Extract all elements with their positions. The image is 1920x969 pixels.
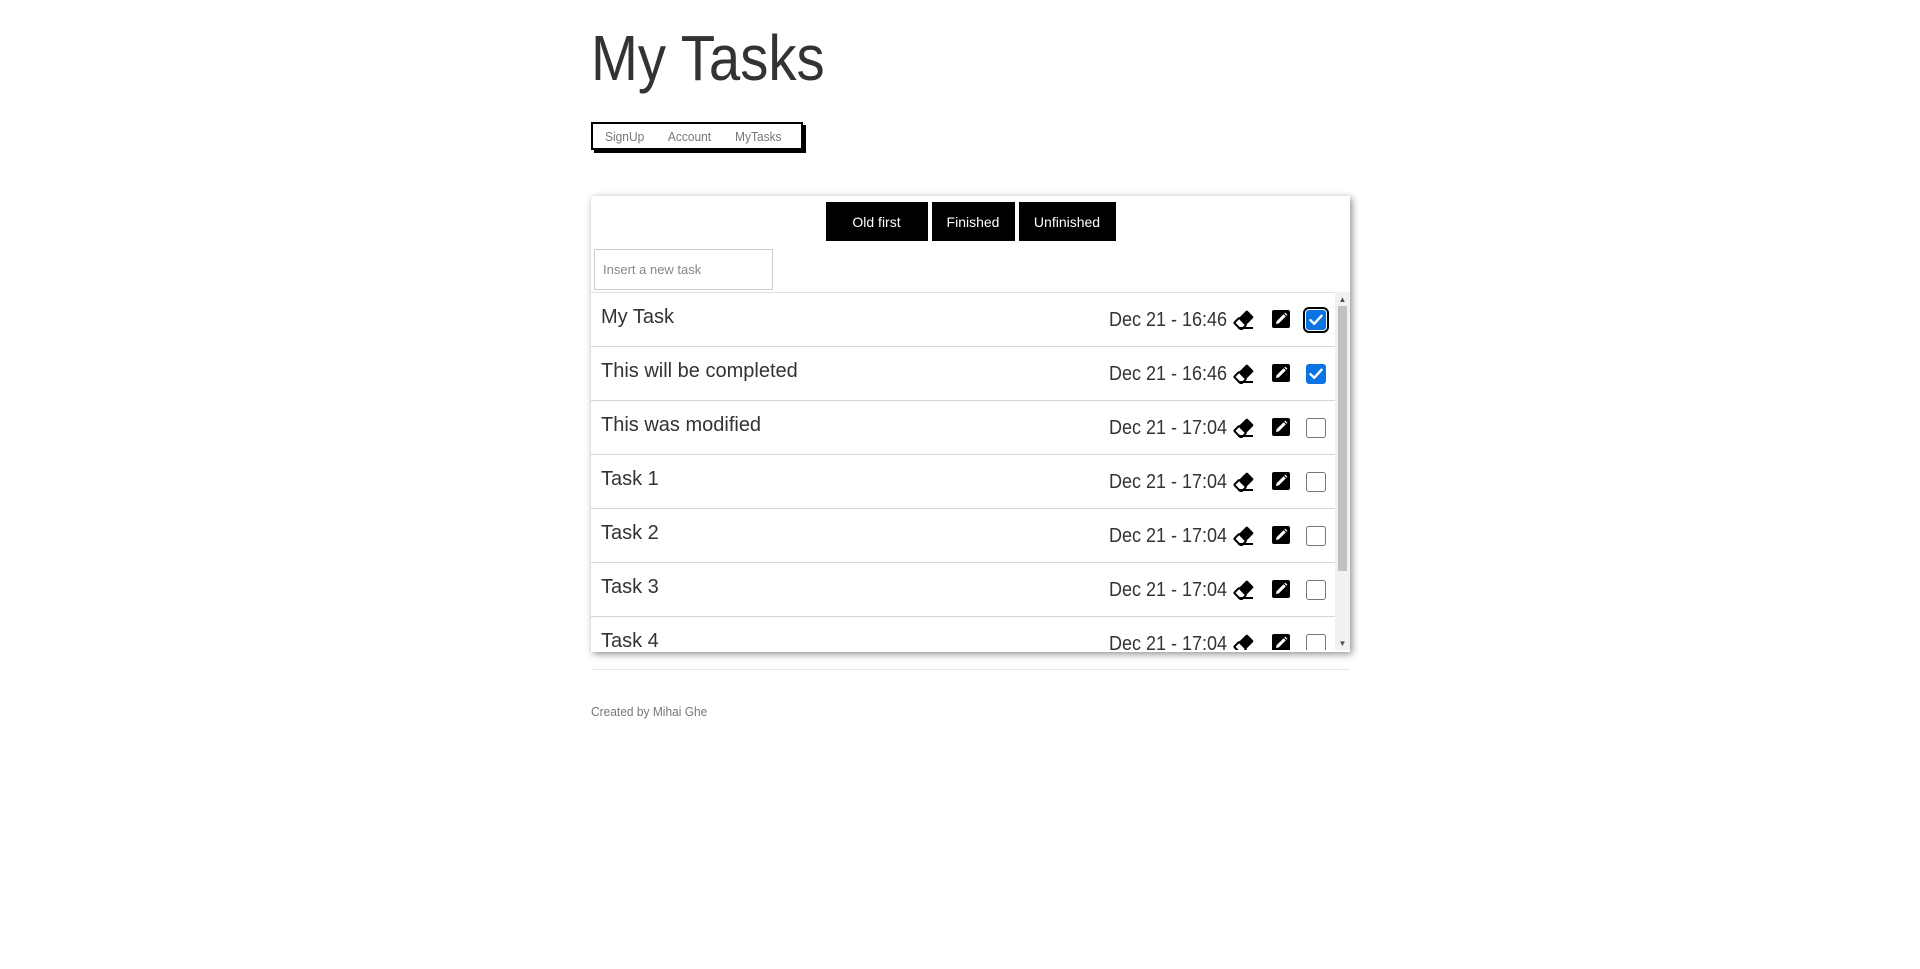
scroll-down-arrow-icon[interactable]: ▼ (1335, 636, 1350, 650)
eraser-icon[interactable] (1233, 310, 1255, 331)
task-date: Dec 21 - 16:46 (1109, 309, 1228, 331)
task-list[interactable]: My Task Dec 21 - 16:46 This will be comp… (591, 292, 1350, 650)
edit-icon[interactable] (1272, 364, 1290, 382)
task-row: Task 3 Dec 21 - 17:04 (591, 563, 1335, 617)
task-name: This will be completed (601, 360, 798, 382)
eraser-icon[interactable] (1233, 418, 1255, 439)
task-date: Dec 21 - 17:04 (1109, 471, 1228, 493)
task-date: Dec 21 - 16:46 (1109, 363, 1228, 385)
task-name: Task 1 (601, 468, 659, 490)
edit-icon[interactable] (1272, 472, 1290, 490)
task-name: Task 4 (601, 630, 659, 650)
page-title: My Tasks (591, 22, 825, 94)
checkmark-icon (1309, 368, 1323, 379)
task-name: My Task (601, 306, 674, 328)
edit-icon[interactable] (1272, 418, 1290, 436)
eraser-icon[interactable] (1233, 580, 1255, 601)
filter-bar: Old first Finished Unfinished (591, 202, 1350, 241)
unfinished-button[interactable]: Unfinished (1018, 202, 1116, 241)
task-date: Dec 21 - 17:04 (1109, 633, 1228, 650)
task-done-checkbox[interactable] (1306, 364, 1326, 384)
task-list-scrollbar[interactable]: ▲ ▼ (1335, 292, 1350, 650)
task-done-checkbox[interactable] (1306, 526, 1326, 546)
task-done-checkbox[interactable] (1306, 472, 1326, 492)
task-row: Task 2 Dec 21 - 17:04 (591, 509, 1335, 563)
task-name: Task 3 (601, 576, 659, 598)
finished-button[interactable]: Finished (931, 202, 1015, 241)
task-date: Dec 21 - 17:04 (1109, 525, 1228, 547)
task-row: This was modified Dec 21 - 17:04 (591, 401, 1335, 455)
tasks-panel: Old first Finished Unfinished My Task De… (591, 196, 1350, 652)
eraser-icon[interactable] (1233, 526, 1255, 547)
navbar: SignUp Account MyTasks (591, 122, 804, 150)
eraser-icon[interactable] (1233, 634, 1255, 650)
checkmark-icon (1309, 314, 1323, 325)
task-done-checkbox[interactable] (1306, 418, 1326, 438)
task-name: Task 2 (601, 522, 659, 544)
edit-icon[interactable] (1272, 526, 1290, 544)
eraser-icon[interactable] (1233, 472, 1255, 493)
task-date: Dec 21 - 17:04 (1109, 417, 1228, 439)
task-row: Task 1 Dec 21 - 17:04 (591, 455, 1335, 509)
eraser-icon[interactable] (1233, 364, 1255, 385)
footer-credit: Created by Mihai Ghe (591, 704, 708, 719)
footer-divider (591, 669, 1350, 670)
task-done-checkbox[interactable] (1306, 580, 1326, 600)
task-date: Dec 21 - 17:04 (1109, 579, 1228, 601)
task-row: My Task Dec 21 - 16:46 (591, 293, 1335, 347)
scroll-up-arrow-icon[interactable]: ▲ (1335, 292, 1350, 306)
task-done-checkbox[interactable] (1306, 634, 1326, 650)
new-task-input[interactable] (594, 249, 773, 290)
task-done-checkbox[interactable] (1303, 307, 1329, 333)
edit-icon[interactable] (1272, 580, 1290, 598)
nav-link-signup[interactable]: SignUp (603, 129, 653, 144)
old-first-button[interactable]: Old first (825, 202, 928, 241)
edit-icon[interactable] (1272, 310, 1290, 328)
task-name: This was modified (601, 414, 762, 436)
task-row: This will be completed Dec 21 - 16:46 (591, 347, 1335, 401)
task-row: Task 4 Dec 21 - 17:04 (591, 617, 1335, 650)
scrollbar-thumb[interactable] (1338, 306, 1347, 571)
nav-link-mytasks[interactable]: MyTasks (725, 129, 790, 144)
nav-link-account[interactable]: Account (658, 129, 720, 144)
edit-icon[interactable] (1272, 634, 1290, 650)
